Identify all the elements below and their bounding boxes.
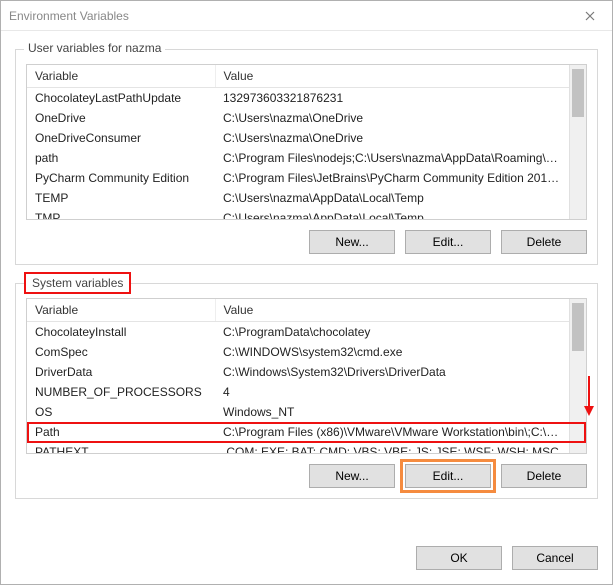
cell-value: C:\Program Files\nodejs;C:\Users\nazma\A…: [215, 148, 569, 168]
cell-value: 132973603321876231: [215, 88, 569, 109]
cell-variable: OneDriveConsumer: [27, 128, 215, 148]
cell-value: C:\Users\nazma\OneDrive: [215, 108, 569, 128]
user-variables-group: User variables for nazma Variable Value …: [15, 49, 598, 265]
system-edit-button[interactable]: Edit...: [405, 464, 491, 488]
cell-variable: path: [27, 148, 215, 168]
titlebar: Environment Variables: [1, 1, 612, 31]
table-row[interactable]: ChocolateyLastPathUpdate1329736033218762…: [27, 88, 569, 109]
col-variable[interactable]: Variable: [27, 299, 215, 322]
table-row[interactable]: PATHEXT.COM;.EXE;.BAT;.CMD;.VBS;.VBE;.JS…: [27, 442, 569, 453]
ok-button[interactable]: OK: [416, 546, 502, 570]
user-delete-button[interactable]: Delete: [501, 230, 587, 254]
system-variables-label: System variables: [24, 272, 131, 294]
cell-variable: TEMP: [27, 188, 215, 208]
col-value[interactable]: Value: [215, 65, 569, 88]
table-row[interactable]: pathC:\Program Files\nodejs;C:\Users\naz…: [27, 148, 569, 168]
col-variable[interactable]: Variable: [27, 65, 215, 88]
system-variables-group: System variables Variable Value Chocolat…: [15, 283, 598, 499]
table-row[interactable]: ComSpecC:\WINDOWS\system32\cmd.exe: [27, 342, 569, 362]
cancel-button[interactable]: Cancel: [512, 546, 598, 570]
system-new-button[interactable]: New...: [309, 464, 395, 488]
table-row[interactable]: DriverDataC:\Windows\System32\Drivers\Dr…: [27, 362, 569, 382]
table-row[interactable]: ChocolateyInstallC:\ProgramData\chocolat…: [27, 322, 569, 343]
table-row[interactable]: OneDriveC:\Users\nazma\OneDrive: [27, 108, 569, 128]
user-scrollbar[interactable]: [569, 65, 586, 219]
cell-value: Windows_NT: [215, 402, 569, 422]
user-variables-label: User variables for nazma: [24, 41, 165, 55]
cell-value: C:\Users\nazma\AppData\Local\Temp: [215, 208, 569, 219]
cell-value: C:\Users\nazma\AppData\Local\Temp: [215, 188, 569, 208]
cell-variable: PyCharm Community Edition: [27, 168, 215, 188]
table-row[interactable]: PathC:\Program Files (x86)\VMware\VMware…: [27, 422, 569, 442]
window-title: Environment Variables: [9, 9, 129, 23]
dialog-footer: OK Cancel: [1, 530, 612, 584]
cell-variable: DriverData: [27, 362, 215, 382]
system-delete-button[interactable]: Delete: [501, 464, 587, 488]
table-row[interactable]: OSWindows_NT: [27, 402, 569, 422]
cell-value: .COM;.EXE;.BAT;.CMD;.VBS;.VBE;.JS;.JSE;.…: [215, 442, 569, 453]
table-header-row: Variable Value: [27, 299, 569, 322]
cell-value: C:\ProgramData\chocolatey: [215, 322, 569, 343]
user-variables-table[interactable]: Variable Value ChocolateyLastPathUpdate1…: [26, 64, 587, 220]
table-row[interactable]: TEMPC:\Users\nazma\AppData\Local\Temp: [27, 188, 569, 208]
system-variables-table[interactable]: Variable Value ChocolateyInstallC:\Progr…: [26, 298, 587, 454]
cell-variable: Path: [27, 422, 215, 442]
user-edit-button[interactable]: Edit...: [405, 230, 491, 254]
table-header-row: Variable Value: [27, 65, 569, 88]
cell-variable: TMP: [27, 208, 215, 219]
cell-variable: PATHEXT: [27, 442, 215, 453]
table-row[interactable]: PyCharm Community EditionC:\Program File…: [27, 168, 569, 188]
cell-variable: ChocolateyInstall: [27, 322, 215, 343]
environment-variables-dialog: Environment Variables User variables for…: [0, 0, 613, 585]
cell-value: C:\Program Files\JetBrains\PyCharm Commu…: [215, 168, 569, 188]
table-row[interactable]: NUMBER_OF_PROCESSORS4: [27, 382, 569, 402]
col-value[interactable]: Value: [215, 299, 569, 322]
cell-variable: OneDrive: [27, 108, 215, 128]
cell-value: C:\Program Files (x86)\VMware\VMware Wor…: [215, 422, 569, 442]
close-button[interactable]: [567, 1, 612, 31]
cell-variable: ComSpec: [27, 342, 215, 362]
cell-value: C:\Users\nazma\OneDrive: [215, 128, 569, 148]
user-new-button[interactable]: New...: [309, 230, 395, 254]
cell-value: C:\WINDOWS\system32\cmd.exe: [215, 342, 569, 362]
cell-value: 4: [215, 382, 569, 402]
cell-variable: OS: [27, 402, 215, 422]
cell-variable: ChocolateyLastPathUpdate: [27, 88, 215, 109]
table-row[interactable]: OneDriveConsumerC:\Users\nazma\OneDrive: [27, 128, 569, 148]
cell-variable: NUMBER_OF_PROCESSORS: [27, 382, 215, 402]
system-scrollbar[interactable]: [569, 299, 586, 453]
table-row[interactable]: TMPC:\Users\nazma\AppData\Local\Temp: [27, 208, 569, 219]
cell-value: C:\Windows\System32\Drivers\DriverData: [215, 362, 569, 382]
